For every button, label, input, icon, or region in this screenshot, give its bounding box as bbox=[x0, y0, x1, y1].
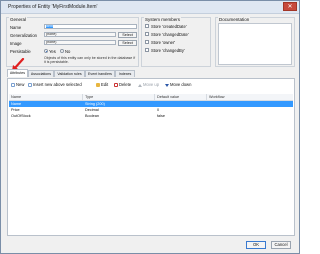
store-changeddate-label: Store 'changedDate' bbox=[151, 32, 189, 37]
store-owner-checkbox[interactable] bbox=[145, 40, 149, 44]
arrow-up-icon bbox=[138, 83, 142, 87]
attributes-panel: New Insert new above selected Edit Delet… bbox=[7, 78, 295, 236]
persistable-no-radio[interactable] bbox=[60, 49, 64, 53]
store-changedby-label: Store 'changedBy' bbox=[151, 48, 185, 53]
delete-icon bbox=[114, 82, 118, 87]
generalization-label: Generalization bbox=[10, 33, 38, 38]
move-down-button[interactable]: Move down bbox=[165, 82, 191, 88]
new-icon bbox=[11, 82, 15, 87]
name-label: Name bbox=[10, 25, 22, 30]
insert-above-button[interactable]: Insert new above selected bbox=[28, 82, 82, 88]
delete-button[interactable]: Delete bbox=[114, 82, 131, 88]
cell-name: OutOfStock bbox=[11, 114, 31, 118]
tab-validation-rules[interactable]: Validation rules bbox=[54, 70, 85, 77]
persistable-note: Objects of this entity can only be store… bbox=[44, 56, 136, 65]
store-owner-label: Store 'owner' bbox=[151, 40, 176, 45]
properties-window: Properties of Entity 'MyFirstModule.Item… bbox=[0, 0, 300, 254]
table-row[interactable]: OutOfStock Boolean false bbox=[9, 113, 293, 119]
tab-indexes[interactable]: Indexes bbox=[115, 70, 135, 77]
tab-associations[interactable]: Associations bbox=[28, 70, 54, 77]
general-group: General Name Item Generalization (none) … bbox=[6, 17, 139, 67]
documentation-label: Documentation bbox=[218, 17, 251, 22]
store-createddate-checkbox[interactable] bbox=[145, 24, 149, 28]
new-button[interactable]: New bbox=[11, 82, 24, 88]
system-members-label: System members bbox=[144, 17, 182, 22]
persistable-yes-label: Yes bbox=[49, 49, 56, 54]
title-bar: Properties of Entity 'MyFirstModule.Item… bbox=[1, 1, 299, 14]
store-changedby-checkbox[interactable] bbox=[145, 48, 149, 52]
column-header-default-value[interactable]: Default value bbox=[155, 94, 207, 100]
insert-icon bbox=[28, 82, 32, 87]
persistable-yes-radio[interactable] bbox=[44, 49, 48, 53]
column-header-workflow[interactable]: Workflow bbox=[207, 94, 293, 100]
pencil-icon bbox=[96, 82, 100, 87]
generalization-field: (none) bbox=[44, 32, 116, 37]
ok-button[interactable]: OK bbox=[246, 241, 266, 249]
image-select-button[interactable]: Select bbox=[118, 39, 137, 46]
window-title: Properties of Entity 'MyFirstModule.Item… bbox=[8, 4, 98, 10]
generalization-select-button[interactable]: Select bbox=[118, 31, 137, 38]
image-field: (none) bbox=[44, 40, 116, 45]
image-label: Image bbox=[10, 41, 22, 46]
documentation-textarea[interactable] bbox=[218, 23, 292, 65]
cell-default: false bbox=[157, 114, 166, 118]
general-group-label: General bbox=[9, 17, 28, 22]
documentation-group: Documentation bbox=[215, 17, 295, 67]
edit-button[interactable]: Edit bbox=[96, 82, 108, 88]
tab-attributes[interactable]: Attributes bbox=[7, 69, 28, 77]
cell-type: Boolean bbox=[85, 114, 99, 118]
tab-event-handlers[interactable]: Event handlers bbox=[85, 70, 115, 77]
store-createddate-label: Store 'createdDate' bbox=[151, 24, 187, 29]
arrow-down-icon bbox=[165, 83, 169, 87]
column-header-name[interactable]: Name bbox=[9, 94, 83, 100]
close-button[interactable]: ✕ bbox=[283, 2, 297, 11]
persistable-no-label: No bbox=[65, 49, 71, 54]
name-input[interactable]: Item bbox=[44, 24, 137, 29]
column-header-type[interactable]: Type bbox=[83, 94, 155, 100]
cancel-button[interactable]: Cancel bbox=[271, 241, 291, 249]
persistable-label: Persistable bbox=[10, 49, 31, 54]
store-changeddate-checkbox[interactable] bbox=[145, 32, 149, 36]
close-icon: ✕ bbox=[287, 4, 293, 10]
system-members-group: System members Store 'createdDate' Store… bbox=[141, 17, 211, 67]
move-up-button[interactable]: Move up bbox=[138, 82, 159, 88]
